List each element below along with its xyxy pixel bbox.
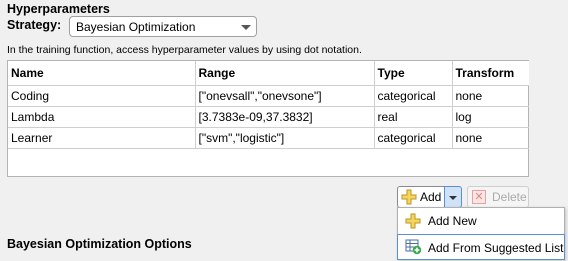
table-header-row: Name Range Type Transform [8,61,529,86]
add-button[interactable]: Add [397,186,445,208]
cell-type[interactable]: real [373,105,453,128]
delete-button-label: Delete [492,190,527,204]
add-button-label: Add [420,190,442,204]
cell-name[interactable]: Learner [8,126,196,149]
column-header-transform[interactable]: Transform [451,61,529,86]
table-row[interactable]: Lambda [3.7383e-09,37.3832] real log [8,105,529,128]
add-dropdown-toggle[interactable] [444,186,462,208]
hint-text: In the training function, access hyperpa… [7,44,362,56]
strategy-dropdown[interactable]: Bayesian Optimization [69,16,257,37]
chevron-down-icon [449,196,457,200]
cell-transform[interactable]: none [451,126,529,149]
add-split-button[interactable]: Add [397,186,463,208]
cell-type[interactable]: categorical [373,84,453,107]
menu-item-add-new[interactable]: Add New [398,209,564,233]
chevron-down-icon [241,25,251,30]
delete-button[interactable]: ✕ Delete [467,186,529,208]
cell-range[interactable]: ["svm","logistic"] [194,126,375,149]
menu-item-label: Add From Suggested List [428,241,564,255]
column-header-name[interactable]: Name [8,61,196,86]
cell-transform[interactable]: log [451,105,529,128]
hyperparameter-table: Name Range Type Transform Coding ["onevs… [7,60,529,177]
column-header-range[interactable]: Range [194,61,375,86]
column-header-type[interactable]: Type [373,61,453,86]
cell-name[interactable]: Coding [8,84,196,107]
strategy-label: Strategy: [7,18,62,32]
plus-icon [401,189,417,205]
hyperparameters-title: Hyperparameters [7,2,110,16]
cell-transform[interactable]: none [451,84,529,107]
strategy-value: Bayesian Optimization [76,20,196,34]
bayesian-options-title: Bayesian Optimization Options [7,237,192,251]
x-icon: ✕ [472,190,486,204]
table-row[interactable]: Coding ["onevsall","onevsone"] categoric… [8,84,529,107]
menu-item-add-from-suggested-list[interactable]: Add From Suggested List [397,234,565,260]
cell-range[interactable]: ["onevsall","onevsone"] [194,84,375,107]
menu-item-label: Add New [428,214,477,228]
table-add-icon [405,239,422,255]
cell-name[interactable]: Lambda [8,105,196,128]
add-dropdown-menu: Add New Add From Suggested List [397,207,565,260]
plus-icon [405,213,421,229]
cell-type[interactable]: categorical [373,126,453,149]
cell-range[interactable]: [3.7383e-09,37.3832] [194,105,375,128]
table-row[interactable]: Learner ["svm","logistic"] categorical n… [8,126,529,149]
